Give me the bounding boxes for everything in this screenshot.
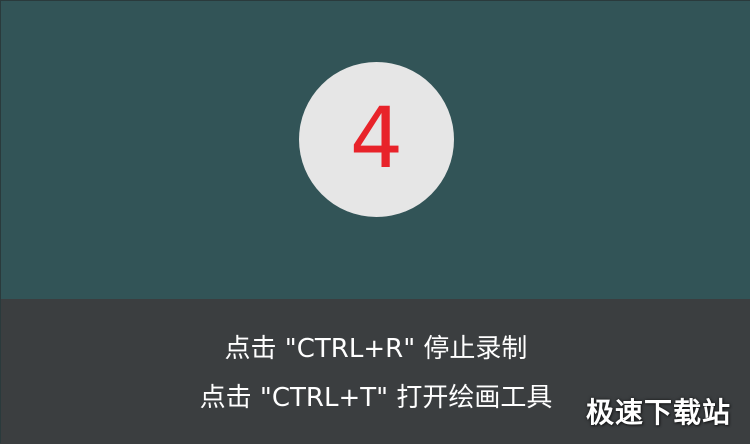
stop-recording-hint: 点击 "CTRL+R" 停止录制 (224, 334, 528, 364)
site-watermark: 极速下载站 (585, 396, 731, 429)
countdown-panel: 4 (1, 1, 750, 299)
countdown-number: 4 (349, 88, 404, 187)
countdown-circle: 4 (299, 62, 454, 217)
recording-countdown-overlay: 4 点击 "CTRL+R" 停止录制 点击 "CTRL+T" 打开绘画工具 极速… (0, 0, 750, 444)
